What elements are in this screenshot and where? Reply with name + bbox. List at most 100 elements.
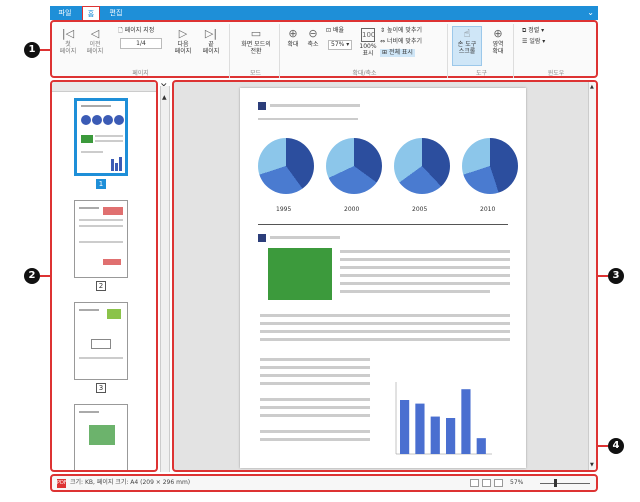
zoom-in-button[interactable]: ⊕ 확대 [284, 27, 302, 49]
hand-icon: ☝ [463, 27, 471, 40]
area-zoom-button[interactable]: ⊕ 영역 확대 [486, 27, 510, 56]
next-page-label: 다음 페이지 [174, 41, 192, 55]
fit-height-label: 높이에 맞추기 [386, 27, 422, 34]
bar [461, 389, 471, 454]
divider [258, 224, 508, 225]
bar [446, 418, 456, 454]
fit-height-icon: ⇕ [380, 27, 386, 34]
last-page-button[interactable]: ▷| 끝 페이지 [200, 28, 222, 56]
pdf-icon: PDF [57, 479, 67, 488]
next-page-button[interactable]: ▷ 다음 페이지 [172, 28, 194, 56]
prev-page-icon: ◁ [90, 27, 100, 40]
hand-tool-label: 손 도구 스크롤 [457, 41, 477, 55]
mode-group-title: 모드 [249, 70, 262, 77]
tab-file[interactable]: 파일 [54, 6, 76, 20]
area-zoom-icon: ⊕ [493, 27, 503, 40]
actual-size-button[interactable]: 100 100% 표시 [358, 28, 378, 57]
page-group-title: 페이지 [132, 70, 149, 77]
callout-badge: 2 [24, 268, 40, 284]
fit-width-label: 너비에 맞추기 [386, 38, 422, 45]
first-page-button[interactable]: |◁ 첫 페이지 [58, 28, 78, 56]
single-page-view-icon[interactable] [470, 479, 479, 487]
screen-mode-button[interactable]: ▭ 화면 모드의 전환 [234, 28, 278, 56]
list-button[interactable]: ☰ 일람 ▾ [522, 38, 545, 46]
year-label: 2005 [412, 206, 428, 213]
list-icon: ☰ [522, 38, 528, 45]
zoom-group-title: 확대/축소 [352, 70, 377, 77]
zoom-out-icon: ⊖ [308, 27, 318, 40]
thumbnail-splitter-scrollbar[interactable]: ▲ [160, 86, 170, 472]
fit-height-button[interactable]: ⇕ 높이에 맞추기 [380, 27, 422, 35]
year-label: 1995 [276, 206, 292, 213]
zoom-select[interactable]: 57% ▾ [328, 40, 352, 50]
thumbnail-page-number: 1 [96, 179, 106, 189]
prev-page-button[interactable]: ◁ 이전 페이지 [84, 27, 106, 56]
magnification-label: ⊡ 배율 [326, 27, 344, 35]
zoom-in-icon: ⊕ [288, 27, 298, 40]
screen-mode-label: 화면 모드의 전환 [241, 41, 271, 55]
thumbnail-page-number: 3 [96, 383, 106, 393]
zoom-slider[interactable] [540, 483, 590, 484]
scroll-down-icon[interactable]: ▼ [590, 462, 594, 468]
prev-page-label: 이전 페이지 [86, 41, 104, 55]
zoom-slider-handle[interactable] [554, 479, 557, 487]
document-page: 1995 2000 2005 2010 [240, 88, 526, 468]
hand-tool-button[interactable]: ☝ 손 도구 스크롤 [452, 27, 482, 56]
ribbon-toolbar: |◁ 첫 페이지 ◁ 이전 페이지 🗋 페이지 지정 1/4 ▷ 다음 페이지 … [50, 20, 598, 78]
tab-home[interactable]: 홈 [82, 6, 100, 20]
page-icon: 🗋 [118, 27, 123, 34]
chevron-down-icon[interactable]: ⌄ [587, 6, 594, 20]
tools-group: ☝ 손 도구 스크롤 ⊕ 영역 확대 도구 [450, 24, 514, 78]
fit-all-button[interactable]: ⊞ 전체 표시 [380, 49, 415, 57]
zoom-select-value: 57% [331, 41, 345, 48]
tab-edit[interactable]: 편집 [104, 6, 128, 20]
bar [430, 416, 440, 454]
callout-badge: 1 [24, 42, 40, 58]
pie-chart-2010 [462, 138, 518, 194]
thumbnail-page-4[interactable] [74, 404, 128, 470]
fit-width-button[interactable]: ⇔ 너비에 맞추기 [380, 38, 422, 46]
fit-width-icon: ⇔ [380, 38, 386, 45]
area-zoom-label: 영역 확대 [492, 41, 504, 55]
bar [476, 438, 486, 454]
thumbnail-pane-header [52, 82, 156, 92]
pie-chart-1995 [258, 138, 314, 194]
first-page-label: 첫 페이지 [59, 41, 77, 55]
thumbnail-page-1[interactable] [74, 98, 128, 176]
page-specify-button[interactable]: 🗋 페이지 지정 [118, 27, 154, 35]
zoom-out-button[interactable]: ⊖ 축소 [304, 27, 322, 49]
heading-marker [258, 102, 266, 110]
mode-group: ▭ 화면 모드의 전환 모드 [232, 24, 280, 78]
scroll-up-icon[interactable]: ▲ [162, 94, 167, 101]
ribbon-tab-bar: 파일 홈 편집 ⌄ [50, 6, 598, 20]
arrange-button[interactable]: ⧉ 정렬 ▾ [522, 27, 544, 35]
year-label: 2000 [344, 206, 360, 213]
page-group: |◁ 첫 페이지 ◁ 이전 페이지 🗋 페이지 지정 1/4 ▷ 다음 페이지 … [52, 24, 230, 78]
last-page-label: 끝 페이지 [202, 41, 220, 55]
callout-badge: 4 [608, 438, 624, 454]
document-scrollbar[interactable]: ▲ ▼ [588, 82, 596, 470]
thumbnail-page-2[interactable] [74, 200, 128, 278]
heading-marker [258, 234, 266, 242]
thumbnail-page-3[interactable] [74, 302, 128, 380]
zoom-in-label: 확대 [287, 41, 299, 48]
scroll-up-icon[interactable]: ▲ [590, 84, 594, 90]
zoom-group: ⊕ 확대 ⊖ 축소 ⊡ 배율 57% ▾ 100 100% 표시 ⇕ 높이에 맞… [282, 24, 448, 78]
thumbnail-page-number: 2 [96, 281, 106, 291]
callout-badge: 3 [608, 268, 624, 284]
page-number-input[interactable]: 1/4 [120, 38, 162, 49]
year-label: 2010 [480, 206, 496, 213]
two-page-view-icon[interactable] [494, 479, 503, 487]
list-label: 일람 [529, 38, 541, 45]
document-view[interactable]: 1995 2000 2005 2010 ▲ ▼ [172, 80, 598, 472]
actual-size-icon: 100 [361, 28, 375, 42]
pie-chart-2000 [326, 138, 382, 194]
arrange-icon: ⧉ [522, 27, 527, 34]
actual-size-label: 100% 표시 [359, 43, 377, 57]
continuous-view-icon[interactable] [482, 479, 491, 487]
heading-text-placeholder [270, 104, 360, 107]
window-group-title: 윈도우 [547, 70, 565, 77]
status-bar: PDF 크기: KB, 페이지 크기: A4 (209 × 296 mm) 57… [50, 474, 598, 492]
arrange-label: 정렬 [528, 27, 540, 34]
bar-chart [395, 382, 492, 455]
